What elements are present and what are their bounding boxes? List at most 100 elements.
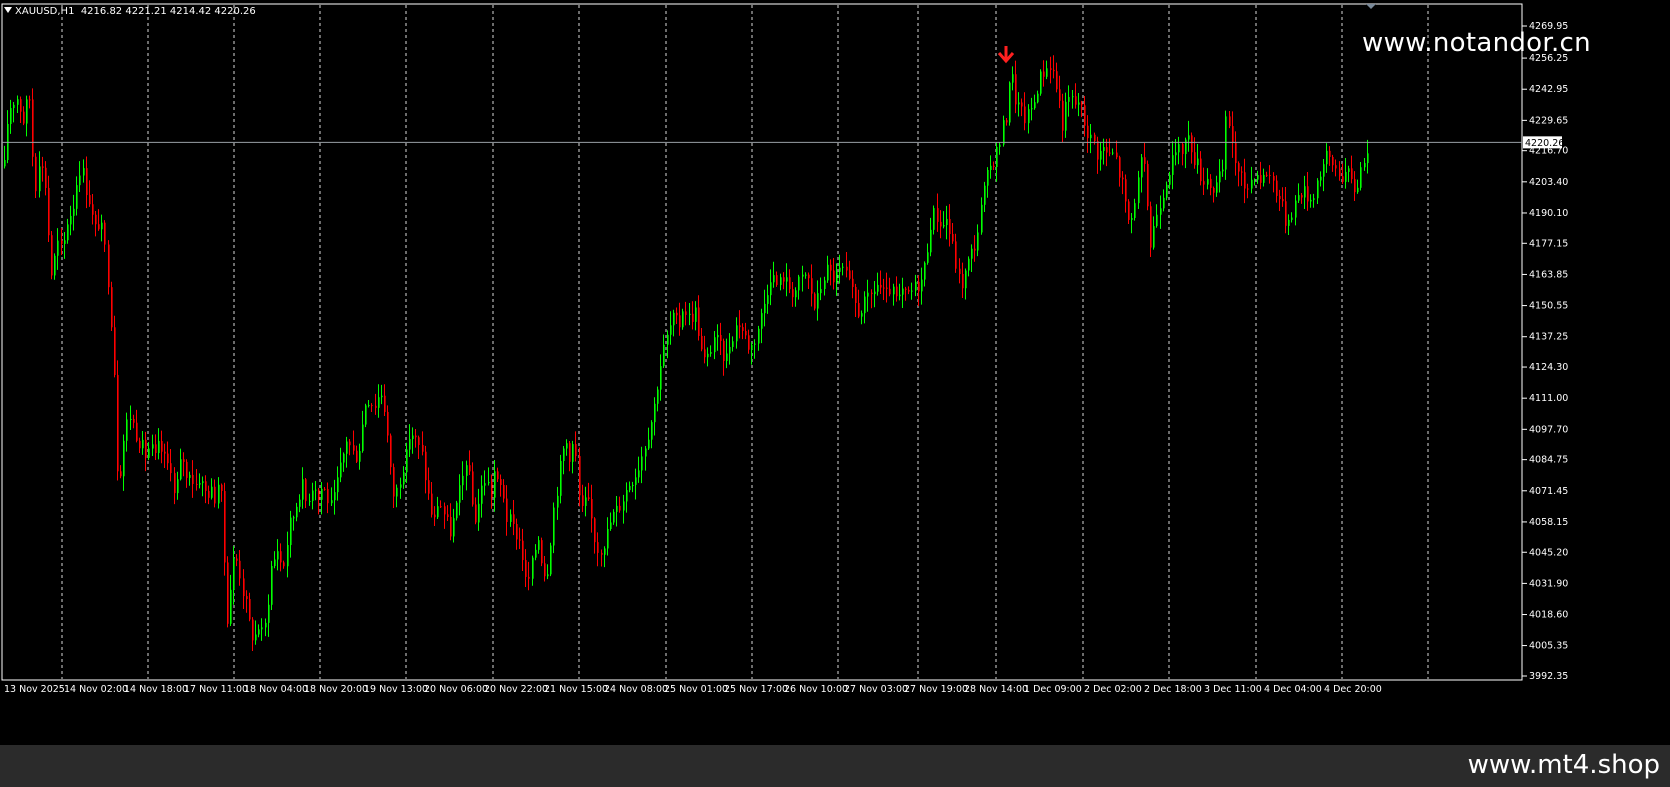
candle-body: [1295, 200, 1297, 218]
candle-body: [824, 280, 826, 290]
candle-body: [403, 472, 405, 485]
candle-body: [955, 241, 957, 269]
candle-body: [139, 440, 141, 449]
candle-body: [1119, 157, 1121, 178]
price-axis[interactable]: 4269.954256.254242.954229.654216.704203.…: [1522, 21, 1568, 682]
candle-body: [1326, 150, 1328, 165]
candle-body: [148, 448, 150, 458]
candle-body: [930, 229, 932, 253]
candle-body: [616, 505, 618, 512]
candle-body: [1279, 195, 1281, 200]
candle-body: [1269, 174, 1271, 177]
candle-body: [218, 484, 220, 504]
candle-body: [1185, 139, 1187, 155]
time-tick-label: 27 Nov 19:00: [904, 684, 968, 695]
candle-body: [1150, 206, 1152, 248]
candle-body: [635, 477, 637, 485]
candle-body: [905, 288, 907, 290]
candle-body: [1031, 108, 1033, 110]
candle-body: [1062, 100, 1064, 131]
candle-body: [990, 165, 992, 171]
candle-body: [381, 395, 383, 398]
candle-body: [1182, 144, 1184, 155]
candle-body: [104, 222, 106, 245]
candle-body: [597, 542, 599, 553]
candle-body: [158, 441, 160, 454]
candle-body: [340, 462, 342, 478]
candle-body: [434, 514, 436, 518]
symbol-header: XAUUSD,H1 4216.82 4221.21 4214.42 4220.2…: [4, 6, 256, 18]
candle-body: [732, 341, 734, 347]
candle-body: [236, 558, 238, 561]
candle-body: [199, 483, 201, 485]
candle-body: [795, 290, 797, 298]
candle-body: [349, 441, 351, 446]
candle-body: [648, 439, 650, 449]
candle-body: [412, 435, 414, 439]
footer-bar: www.mt4.shop: [0, 745, 1670, 787]
candle-body: [265, 622, 267, 628]
candle-body: [1059, 89, 1061, 101]
candle-body: [472, 471, 474, 505]
candle-body: [252, 619, 254, 641]
candle-body: [1260, 175, 1262, 183]
candle-body: [839, 267, 841, 272]
candle-body: [418, 437, 420, 445]
candle-body: [676, 312, 678, 316]
candle-body: [400, 484, 402, 488]
candle-body: [111, 287, 113, 328]
candle-body: [130, 418, 132, 420]
candle-body: [1175, 152, 1177, 156]
triangle-down-icon[interactable]: [4, 7, 12, 13]
candle-body: [1147, 163, 1149, 207]
candle-body: [466, 465, 468, 476]
candle-body: [974, 248, 976, 251]
arrow-down-icon[interactable]: [997, 46, 1015, 64]
candle-body: [569, 443, 571, 462]
candle-body: [243, 578, 245, 597]
candle-body: [1015, 74, 1017, 105]
time-tick-label: 19 Nov 13:00: [364, 684, 428, 695]
candle-body: [299, 499, 301, 507]
candle-body: [315, 489, 317, 491]
candle-body: [415, 435, 417, 438]
time-tick-label: 18 Nov 04:00: [244, 684, 308, 695]
candle-body: [136, 422, 138, 441]
candle-body: [261, 627, 263, 630]
candle-body: [500, 479, 502, 485]
candle-body: [660, 366, 662, 390]
candle-body: [353, 445, 355, 451]
price-tick-label: 4177.15: [1529, 238, 1568, 249]
candle-body: [682, 311, 684, 328]
candle-body: [984, 185, 986, 205]
candle-body: [1367, 153, 1369, 164]
candle-body: [714, 337, 716, 353]
candle-body: [629, 486, 631, 491]
candle-body: [180, 459, 182, 480]
candle-body: [610, 522, 612, 530]
candle-body: [651, 422, 653, 440]
candle-body: [1178, 144, 1180, 153]
candle-body: [720, 335, 722, 341]
candle-body: [874, 291, 876, 295]
candle-body: [638, 470, 640, 478]
candle-body: [177, 479, 179, 494]
chart-window[interactable]: 4269.95 4256.25 4242.95 4229.65 4216.70 4203.…: [0, 0, 1670, 746]
watermark-bottom: www.mt4.shop: [1467, 750, 1660, 780]
candle-body: [491, 482, 493, 498]
candle-body: [1276, 180, 1278, 196]
candle-body: [996, 146, 998, 168]
candle-body: [673, 312, 675, 326]
time-axis[interactable]: 13 Nov 2025 14 Nov 02:0014 Nov 18:0017 No…: [4, 684, 1382, 695]
candle-body: [626, 490, 628, 502]
candle-body: [814, 293, 816, 309]
candle-body: [378, 397, 380, 408]
candle-body: [886, 287, 888, 289]
candle-body: [1141, 157, 1143, 178]
triangle-down-icon[interactable]: [1366, 4, 1376, 9]
candle-body: [123, 440, 125, 477]
price-chart[interactable]: 4269.954256.254242.954229.654216.704203.…: [0, 0, 1670, 745]
candle-body: [1056, 71, 1058, 90]
candle-body: [1116, 152, 1118, 158]
candle-body: [717, 335, 719, 338]
